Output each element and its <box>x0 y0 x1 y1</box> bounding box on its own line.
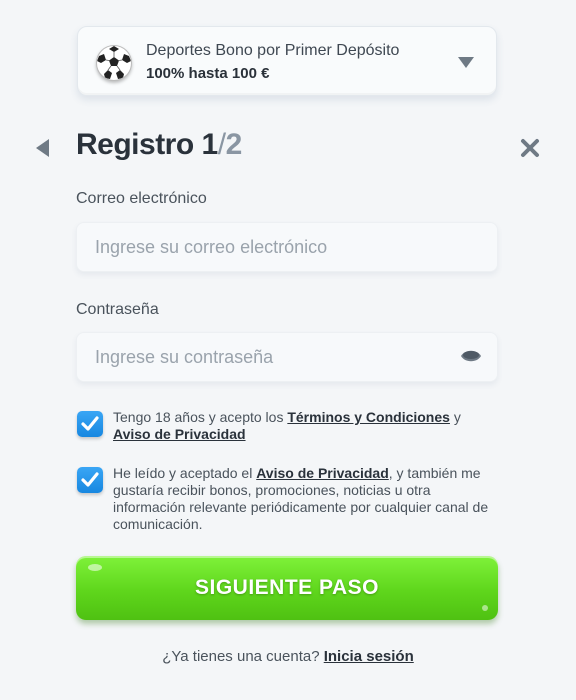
next-step-button[interactable]: SIGUIENTE PASO <box>76 556 498 620</box>
login-link[interactable]: Inicia sesión <box>324 648 414 665</box>
email-label: Correo electrónico <box>76 190 207 207</box>
page-title-text: Registro <box>76 128 194 161</box>
step-total: 2 <box>225 128 243 161</box>
password-label: Contraseña <box>76 301 159 318</box>
button-gloss <box>482 605 488 611</box>
privacy-link-2[interactable]: Aviso de Privacidad <box>256 465 389 481</box>
button-gloss <box>88 564 102 571</box>
bonus-title: Deportes Bono por Primer Depósito <box>146 42 400 59</box>
email-field[interactable] <box>76 222 498 272</box>
marketing-checkbox[interactable] <box>77 467 103 493</box>
checkmark-icon <box>81 416 99 431</box>
bonus-selector[interactable]: Deportes Bono por Primer Depósito 100% h… <box>77 26 497 96</box>
login-prompt-text: ¿Ya tienes una cuenta? <box>162 648 324 665</box>
password-field[interactable] <box>76 332 498 382</box>
close-icon[interactable] <box>519 137 541 159</box>
terms-text-before: Tengo 18 años y acepto los <box>113 409 288 425</box>
soccer-ball-icon <box>96 45 132 81</box>
back-arrow-icon[interactable] <box>36 139 49 157</box>
next-step-label: SIGUIENTE PASO <box>195 576 379 599</box>
step-current: 1 <box>201 128 219 161</box>
step-separator: / <box>217 128 226 161</box>
terms-text-middle: y <box>449 409 461 425</box>
eye-icon[interactable] <box>460 348 482 364</box>
marketing-text-before: He leído y aceptado el <box>113 465 257 481</box>
marketing-consent-text: He leído y aceptado el Aviso de Privacid… <box>113 465 493 533</box>
chevron-down-icon[interactable] <box>458 57 474 68</box>
terms-consent-text: Tengo 18 años y acepto los Términos y Co… <box>113 409 493 443</box>
bonus-subtitle: 100% hasta 100 € <box>146 65 270 82</box>
login-prompt: ¿Ya tienes una cuenta? Inicia sesión <box>0 648 576 665</box>
terms-checkbox[interactable] <box>77 411 103 437</box>
page-title: Registro 1/2 <box>76 128 242 162</box>
terms-link[interactable]: Términos y Condiciones <box>287 409 450 425</box>
checkmark-icon <box>81 472 99 487</box>
privacy-link-1[interactable]: Aviso de Privacidad <box>113 426 246 442</box>
